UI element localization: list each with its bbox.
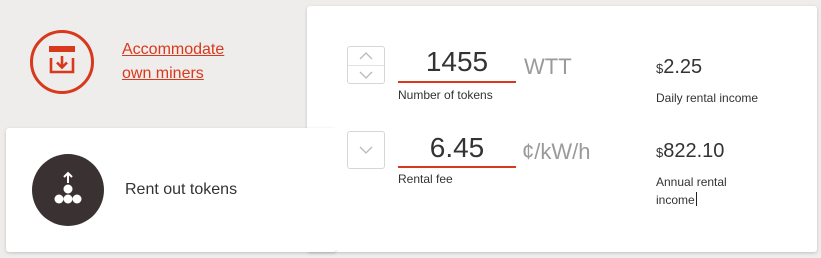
download-tray-icon bbox=[49, 45, 75, 79]
annual-income-value: $822.10 bbox=[656, 140, 724, 163]
upload-coins-icon bbox=[52, 171, 84, 210]
daily-income-value: $2.25 bbox=[656, 56, 702, 79]
accommodate-option[interactable]: Accommodate own miners bbox=[30, 30, 252, 94]
fee-input[interactable]: 6.45 bbox=[398, 132, 516, 164]
panel-joint bbox=[300, 128, 340, 250]
text-cursor bbox=[695, 192, 697, 206]
fee-label: Rental fee bbox=[398, 172, 453, 186]
annual-income-label-line1: Annual rental bbox=[656, 175, 727, 189]
tokens-input-underline bbox=[398, 81, 516, 83]
annual-income-label: Annual rental income bbox=[656, 173, 786, 209]
annual-income-amount: 822.10 bbox=[663, 140, 725, 162]
daily-income-label: Daily rental income bbox=[656, 91, 759, 105]
annual-income-label-line2: income bbox=[656, 193, 695, 207]
tokens-label: Number of tokens bbox=[398, 88, 493, 102]
fee-stepper[interactable] bbox=[347, 131, 385, 169]
tokens-stepper[interactable] bbox=[347, 46, 385, 84]
accommodate-label-line2[interactable]: own miners bbox=[122, 65, 204, 82]
tokens-increment-button[interactable] bbox=[348, 47, 384, 65]
chevron-down-icon[interactable] bbox=[359, 141, 373, 159]
rent-out-option[interactable]: Rent out tokens bbox=[32, 154, 237, 226]
rent-out-label[interactable]: Rent out tokens bbox=[125, 181, 237, 199]
daily-income-amount: 2.25 bbox=[663, 56, 703, 78]
accommodate-link[interactable]: Accommodate own miners bbox=[122, 38, 252, 86]
tokens-input[interactable]: 1455 bbox=[398, 46, 516, 78]
rent-out-icon-circle[interactable] bbox=[32, 154, 104, 226]
tokens-unit: WTT bbox=[524, 54, 572, 79]
fee-input-underline bbox=[398, 166, 516, 168]
chevron-down-icon bbox=[359, 66, 373, 84]
fee-unit: ¢/kW/h bbox=[522, 139, 591, 164]
accommodate-icon-circle[interactable] bbox=[30, 30, 94, 94]
chevron-up-icon bbox=[359, 47, 373, 65]
calculator-panel bbox=[307, 6, 817, 252]
accommodate-label-line1[interactable]: Accommodate bbox=[122, 41, 224, 58]
tokens-decrement-button[interactable] bbox=[348, 65, 384, 84]
